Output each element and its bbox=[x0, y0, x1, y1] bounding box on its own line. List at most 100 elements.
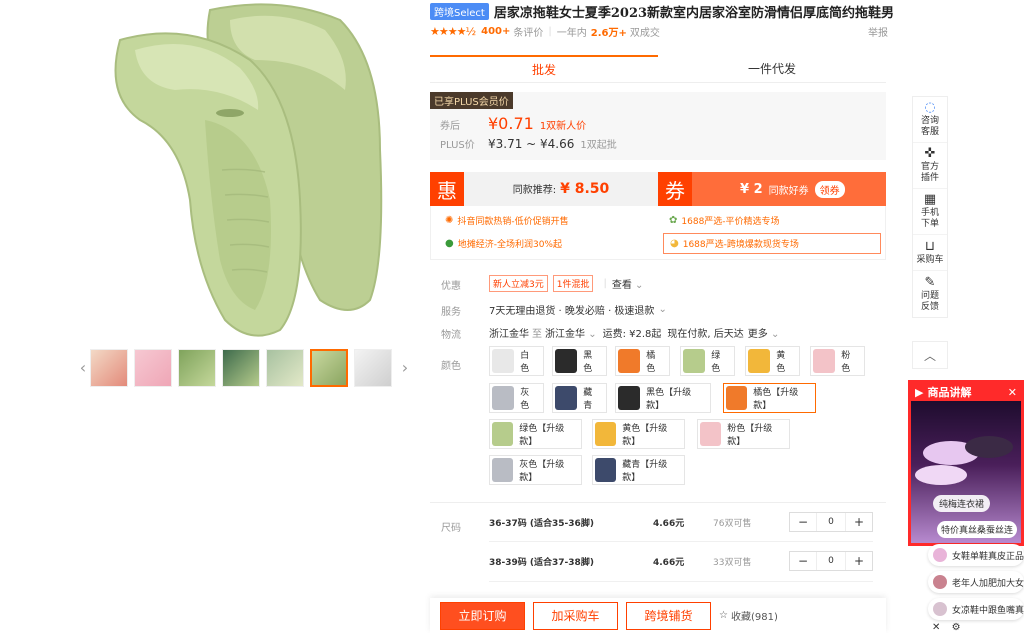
quantity-input[interactable]: 0 bbox=[816, 552, 846, 570]
color-option[interactable]: 粉色【升级款】 bbox=[697, 419, 790, 449]
video-panel-header: ▶ 商品讲解 ✕ bbox=[911, 383, 1021, 401]
recommend-price: ¥ 8.50 bbox=[560, 181, 610, 197]
chevron-left-icon[interactable]: ‹ bbox=[76, 348, 90, 388]
logistics-time: 现在付款, 后天达 bbox=[667, 329, 744, 340]
sun-icon: ✺ bbox=[445, 215, 454, 226]
offer-view-link[interactable]: 查看 ⌄ bbox=[612, 276, 644, 291]
service-row[interactable]: 7天无理由退货 · 晚发必赔 · 极速退款 ⌄ bbox=[489, 302, 667, 317]
coupon-banner[interactable]: 券 ¥ 2 同款好券 领券 bbox=[658, 172, 886, 206]
color-option-label: 灰色 bbox=[520, 388, 530, 411]
live-product-item[interactable]: 老年人加肥加大女 bbox=[928, 571, 1024, 593]
size-label: 尺码 bbox=[441, 523, 461, 534]
color-option[interactable]: 黄色 bbox=[745, 346, 800, 376]
promo-item-label: 1688严选-跨境爆款现货专场 bbox=[682, 240, 799, 250]
color-option[interactable]: 橘色 bbox=[615, 346, 670, 376]
logistics-from: 浙江金华 bbox=[489, 329, 529, 340]
live-product-chip[interactable]: 特价真丝桑蚕丝连 bbox=[937, 521, 1018, 538]
back-to-top-button[interactable]: ︿ bbox=[912, 341, 948, 369]
color-option-label: 黑色 bbox=[583, 351, 593, 374]
settings-icon[interactable]: ⚙ bbox=[952, 622, 961, 633]
sidebar-item-label: 反馈 bbox=[920, 301, 939, 312]
live-product-item[interactable]: 女鞋单鞋真皮正品 bbox=[928, 544, 1024, 566]
sidebar-item-label: 官方 bbox=[920, 162, 939, 172]
promo-item[interactable]: ✺ 抖音同款热销-低价促销开售 bbox=[445, 214, 569, 227]
thumbnail-active[interactable] bbox=[310, 348, 348, 387]
thumbnail[interactable] bbox=[134, 348, 172, 387]
thumbnail[interactable] bbox=[354, 348, 392, 387]
color-option[interactable]: 绿色 bbox=[680, 346, 735, 376]
product-thumb-icon bbox=[933, 548, 947, 562]
chevron-down-icon: ⌄ bbox=[770, 329, 780, 340]
video-panel-title: 商品讲解 bbox=[927, 386, 972, 399]
live-product-item[interactable]: 女凉鞋中跟鱼嘴真 bbox=[928, 598, 1024, 620]
tab-wholesale[interactable]: 批发 bbox=[430, 55, 658, 82]
quantity-input[interactable]: 0 bbox=[816, 513, 846, 531]
quan-icon: 券 bbox=[658, 172, 692, 206]
promo-item-highlighted[interactable]: ◕ 1688严选-跨境爆款现货专场 bbox=[663, 233, 881, 254]
sidebar-item-cart[interactable]: ⊔ 采购车 bbox=[913, 235, 947, 271]
thumbnail[interactable] bbox=[90, 348, 128, 387]
thumbnail[interactable] bbox=[222, 348, 260, 387]
color-option-label: 藏青【升级款】 bbox=[622, 460, 668, 483]
minus-button[interactable]: − bbox=[790, 515, 816, 529]
star-outline-icon: ☆ bbox=[719, 610, 728, 621]
plus-button[interactable]: + bbox=[846, 515, 872, 529]
cross-border-list-button[interactable]: 跨境铺货 bbox=[626, 601, 711, 630]
review-count[interactable]: 400+ bbox=[481, 26, 510, 37]
size-name: 38-39码 (适合37-38脚) bbox=[489, 557, 594, 568]
color-swatch bbox=[595, 422, 617, 446]
claim-coupon-button[interactable]: 领券 bbox=[814, 180, 845, 198]
video-frame[interactable]: 纯梅连衣裙 特价真丝桑蚕丝连 bbox=[911, 401, 1021, 543]
plus-price-range: ¥3.71 ~ ¥4.66 bbox=[488, 137, 575, 151]
chevron-right-icon[interactable]: › bbox=[398, 348, 412, 388]
sidebar-item-plugin[interactable]: ✜ 官方 插件 bbox=[913, 143, 947, 189]
logistics-row: 浙江金华 至 浙江金华 ⌄ 运费: ¥2.8起 现在付款, 后天达 更多 ⌄ bbox=[489, 325, 779, 340]
promo-item[interactable]: ● 地摊经济-全场利润30%起 bbox=[445, 237, 562, 250]
main-product-image[interactable] bbox=[80, 0, 410, 340]
color-swatch bbox=[618, 386, 641, 410]
color-option-selected[interactable]: 橘色【升级款】 bbox=[723, 383, 816, 413]
color-option[interactable]: 灰色【升级款】 bbox=[489, 455, 582, 485]
sidebar-item-mobile[interactable]: ▦ 手机 下单 bbox=[913, 189, 947, 235]
color-option[interactable]: 白色 bbox=[489, 346, 544, 376]
add-to-cart-button[interactable]: 加采购车 bbox=[533, 601, 618, 630]
color-option[interactable]: 黄色【升级款】 bbox=[592, 419, 685, 449]
plus-button[interactable]: + bbox=[846, 554, 872, 568]
review-count-label: 条评价 bbox=[513, 28, 544, 39]
logistics-to-select[interactable]: 浙江金华 ⌄ bbox=[545, 325, 597, 340]
color-option[interactable]: 黑色 bbox=[552, 346, 607, 376]
after-coupon-note: 1双新人价 bbox=[539, 121, 587, 132]
logistics-fee: 运费: ¥2.8起 bbox=[602, 329, 662, 340]
promo-item-label: 抖音同款热销-低价促销开售 bbox=[457, 217, 569, 227]
color-option[interactable]: 藏青 bbox=[552, 383, 607, 413]
color-option[interactable]: 绿色【升级款】 bbox=[489, 419, 582, 449]
color-swatch bbox=[595, 458, 617, 482]
thumbnail[interactable] bbox=[178, 348, 216, 387]
close-icon[interactable]: ✕ bbox=[1008, 386, 1017, 399]
tab-dropship[interactable]: 一件代发 bbox=[658, 55, 886, 82]
size-stock: 76双可售 bbox=[713, 518, 752, 529]
logistics-more-link[interactable]: 更多 ⌄ bbox=[748, 325, 780, 340]
thumbnail[interactable] bbox=[266, 348, 304, 387]
color-option[interactable]: 粉色 bbox=[810, 346, 865, 376]
promo-item[interactable]: ✿ 1688严选-平价精选专场 bbox=[669, 214, 780, 227]
color-swatch bbox=[683, 349, 706, 373]
live-product-chip[interactable]: 纯梅连衣裙 bbox=[933, 495, 991, 512]
order-now-button[interactable]: 立即订购 bbox=[440, 601, 525, 630]
sidebar-item-service[interactable]: ◌ 咨询 客服 bbox=[913, 97, 947, 143]
minus-button[interactable]: − bbox=[790, 554, 816, 568]
size-name: 36-37码 (适合35-36脚) bbox=[489, 518, 594, 529]
live-product-label: 老年人加肥加大女 bbox=[952, 578, 1024, 589]
favorite-button[interactable]: ☆ 收藏(981) bbox=[719, 608, 778, 623]
purchase-mode-tabs: 批发 一件代发 bbox=[430, 55, 886, 83]
close-icon[interactable]: ✕ bbox=[932, 622, 940, 633]
sidebar-item-feedback[interactable]: ✎ 问题 反馈 bbox=[913, 271, 947, 317]
color-option[interactable]: 灰色 bbox=[489, 383, 544, 413]
same-style-recommend[interactable]: 惠 同款推荐: ¥ 8.50 bbox=[430, 172, 658, 206]
color-option[interactable]: 黑色【升级款】 bbox=[615, 383, 711, 413]
product-video-panel[interactable]: ▶ 商品讲解 ✕ 纯梅连衣裙 特价真丝桑蚕丝连 bbox=[908, 380, 1024, 546]
color-option[interactable]: 藏青【升级款】 bbox=[592, 455, 685, 485]
offer-tag: 1件混批 bbox=[552, 275, 594, 292]
report-link[interactable]: 举报 bbox=[868, 24, 888, 39]
product-page: ‹ › 跨境Select 居家凉拖鞋女士夏季2023新款室内居家浴室防滑情侣厚底… bbox=[0, 0, 1024, 633]
